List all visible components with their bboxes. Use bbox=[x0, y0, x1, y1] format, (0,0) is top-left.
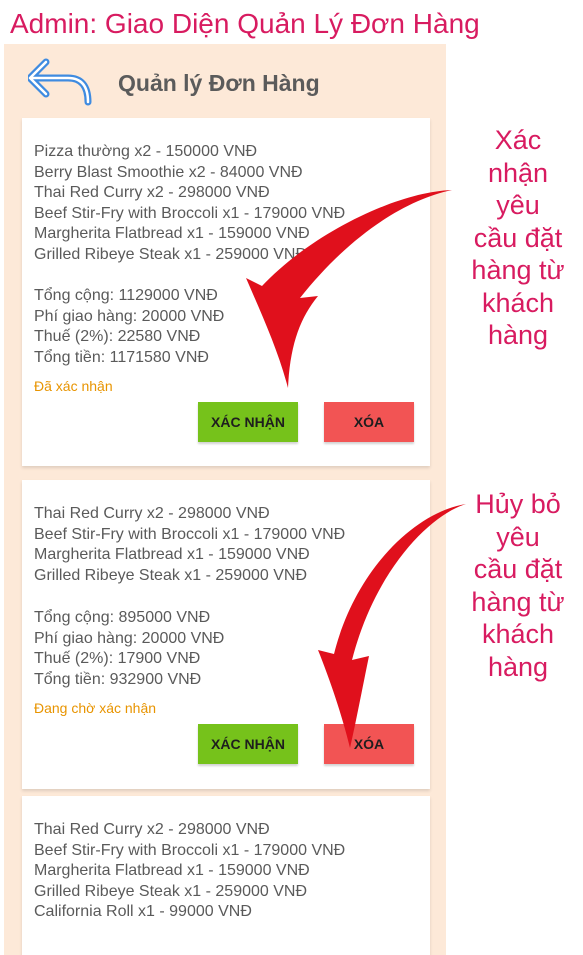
order-item: Beef Stir-Fry with Broccoli x1 - 179000 … bbox=[34, 525, 346, 543]
annotation-line: hàng bbox=[487, 320, 549, 350]
phone-screen: Quản lý Đơn Hàng Pizza thường x2 - 15000… bbox=[4, 44, 446, 955]
total-text: Tổng tiền: 932900 VNĐ bbox=[34, 670, 202, 688]
order-item: Berry Blast Smoothie x2 - 84000 VNĐ bbox=[34, 163, 303, 181]
annotation-line: Xác bbox=[494, 125, 542, 155]
annotation-line: hàng từ bbox=[471, 586, 565, 617]
shipping-fee-text: Phí giao hàng: 20000 VNĐ bbox=[34, 307, 225, 325]
order-item: Margherita Flatbread x1 - 159000 VNĐ bbox=[34, 862, 310, 879]
annotation-line: khách bbox=[481, 619, 555, 649]
document-title: Admin: Giao Diện Quản Lý Đơn Hàng bbox=[10, 8, 480, 39]
order-item: Thai Red Curry x2 - 298000 VNĐ bbox=[34, 505, 270, 522]
order-items-list: Thai Red Curry x2 - 298000 VNĐ Beef Stir… bbox=[34, 504, 345, 586]
annotation-line: hàng từ bbox=[471, 255, 565, 285]
order-status: Đang chờ xác nhận bbox=[34, 700, 157, 716]
order-item: California Roll x1 - 99000 VNĐ bbox=[34, 903, 252, 920]
order-totals: Tổng cộng: 1129000 VNĐ Phí giao hàng: 20… bbox=[34, 286, 224, 368]
subtotal-text: Tổng cộng: 895000 VNĐ bbox=[34, 609, 211, 626]
annotation-line: cầu đặt bbox=[473, 554, 563, 584]
annotation-line: cầu đặt bbox=[473, 222, 563, 253]
order-item: Grilled Ribeye Steak x1 - 259000 VNĐ bbox=[34, 245, 308, 263]
annotation-line: nhận bbox=[487, 157, 549, 188]
delete-button[interactable]: XÓA bbox=[324, 724, 414, 764]
order-item: Thai Red Curry x2 - 298000 VNĐ bbox=[34, 184, 270, 201]
order-items-list: Pizza thường x2 - 150000 VNĐ Berry Blast… bbox=[34, 142, 345, 265]
order-item: Grilled Ribeye Steak x1 - 259000 VNĐ bbox=[34, 566, 308, 584]
confirm-button[interactable]: XÁC NHẬN bbox=[198, 402, 298, 442]
confirm-annotation: Xác nhận yêu cầu đặt hàng từ khách hàng bbox=[456, 124, 580, 352]
order-item: Beef Stir-Fry with Broccoli x1 - 179000 … bbox=[34, 841, 346, 859]
back-arrow-icon bbox=[26, 58, 92, 106]
order-item: Margherita Flatbread x1 - 159000 VNĐ bbox=[34, 225, 310, 242]
order-status: Đã xác nhận bbox=[34, 378, 113, 394]
cancel-annotation: Hủy bỏ yêu cầu đặt hàng từ khách hàng bbox=[456, 488, 580, 683]
order-item: Grilled Ribeye Steak x1 - 259000 VNĐ bbox=[34, 882, 308, 900]
app-header: Quản lý Đơn Hàng bbox=[4, 44, 446, 116]
confirm-button[interactable]: XÁC NHẬN bbox=[198, 724, 298, 764]
annotation-line: yêu bbox=[496, 190, 540, 220]
tax-text: Thuế (2%): 22580 VNĐ bbox=[34, 328, 201, 345]
order-totals: Tổng cộng: 895000 VNĐ Phí giao hàng: 200… bbox=[34, 608, 224, 690]
tax-text: Thuế (2%): 17900 VNĐ bbox=[34, 650, 201, 667]
annotation-line: Hủy bỏ bbox=[475, 489, 561, 519]
order-card: Thai Red Curry x2 - 298000 VNĐ Beef Stir… bbox=[22, 480, 430, 789]
subtotal-text: Tổng cộng: 1129000 VNĐ bbox=[34, 287, 218, 304]
order-card: Thai Red Curry x2 - 298000 VNĐ Beef Stir… bbox=[22, 796, 430, 955]
order-item: Beef Stir-Fry with Broccoli x1 - 179000 … bbox=[34, 204, 346, 222]
order-items-list: Thai Red Curry x2 - 298000 VNĐ Beef Stir… bbox=[34, 820, 345, 923]
page-title: Quản lý Đơn Hàng bbox=[118, 70, 320, 96]
annotation-line: khách bbox=[481, 287, 555, 318]
delete-button[interactable]: XÓA bbox=[324, 402, 414, 442]
order-item: Pizza thường x2 - 150000 VNĐ bbox=[34, 143, 258, 160]
annotation-line: hàng bbox=[487, 651, 549, 682]
annotation-line: yêu bbox=[496, 521, 540, 552]
shipping-fee-text: Phí giao hàng: 20000 VNĐ bbox=[34, 629, 225, 647]
order-item: Margherita Flatbread x1 - 159000 VNĐ bbox=[34, 546, 310, 563]
total-text: Tổng tiền: 1171580 VNĐ bbox=[34, 348, 209, 366]
back-button[interactable] bbox=[26, 58, 94, 106]
order-card: Pizza thường x2 - 150000 VNĐ Berry Blast… bbox=[22, 118, 430, 466]
order-item: Thai Red Curry x2 - 298000 VNĐ bbox=[34, 821, 270, 838]
